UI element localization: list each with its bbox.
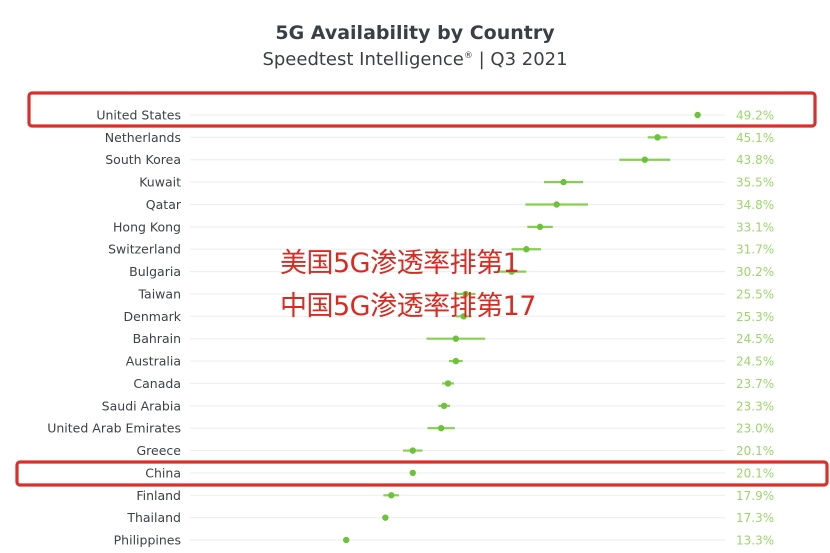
data-point (553, 201, 560, 208)
country-label: Thailand (126, 510, 181, 525)
country-label: Netherlands (105, 130, 181, 145)
data-point (437, 424, 445, 432)
data-point (388, 492, 395, 499)
country-label: Bulgaria (129, 264, 181, 279)
country-label: United Arab Emirates (47, 421, 181, 436)
data-point (409, 469, 416, 477)
value-label: 17.9% (736, 489, 774, 503)
country-label: Finland (136, 488, 181, 503)
data-point (409, 447, 416, 454)
value-label: 23.0% (736, 422, 774, 436)
country-label: Qatar (146, 197, 182, 212)
value-label: 20.1% (736, 466, 774, 480)
data-point (452, 357, 460, 365)
country-label: Taiwan (137, 286, 181, 301)
value-label: 35.5% (736, 176, 774, 190)
country-label: Denmark (124, 309, 182, 324)
country-label: China (145, 465, 181, 480)
value-label: 45.1% (736, 131, 774, 145)
country-label: Switzerland (108, 242, 181, 257)
country-label: Kuwait (139, 175, 181, 190)
value-label: 34.8% (736, 198, 774, 212)
value-label: 30.2% (736, 265, 774, 279)
value-label: 49.2% (736, 109, 774, 123)
country-label: Canada (133, 376, 181, 391)
data-point (382, 514, 389, 521)
value-label: 17.3% (736, 511, 774, 525)
country-label: Philippines (114, 533, 181, 548)
value-label: 43.8% (736, 153, 774, 167)
data-point (523, 246, 530, 253)
value-label: 13.3% (736, 534, 774, 548)
value-label: 24.5% (736, 332, 774, 346)
country-label: Bahrain (133, 331, 181, 346)
country-label: South Korea (105, 152, 181, 167)
data-point (440, 402, 448, 410)
data-point (560, 178, 567, 186)
annotation-us-rank: 美国5G渗透率排第1 (280, 248, 520, 279)
value-label: 20.1% (736, 444, 774, 458)
country-label: Saudi Arabia (102, 398, 181, 413)
value-label: 31.7% (736, 243, 774, 257)
data-point (641, 156, 649, 163)
data-point (343, 536, 350, 544)
country-label: Hong Kong (113, 219, 181, 234)
value-label: 24.5% (736, 355, 774, 369)
data-point (444, 380, 452, 387)
country-label: Greece (137, 443, 182, 458)
data-point (536, 223, 544, 231)
data-point (654, 134, 661, 141)
value-label: 25.3% (736, 310, 774, 324)
value-label: 23.7% (736, 377, 774, 391)
value-label: 23.3% (736, 399, 774, 413)
country-label: United States (96, 108, 181, 123)
value-label: 33.1% (736, 220, 774, 234)
value-label: 25.5% (736, 287, 774, 301)
data-point (452, 335, 460, 342)
annotation-china-rank: 中国5G渗透率排第17 (280, 291, 536, 322)
country-label: Australia (126, 354, 181, 369)
data-point (694, 111, 701, 119)
